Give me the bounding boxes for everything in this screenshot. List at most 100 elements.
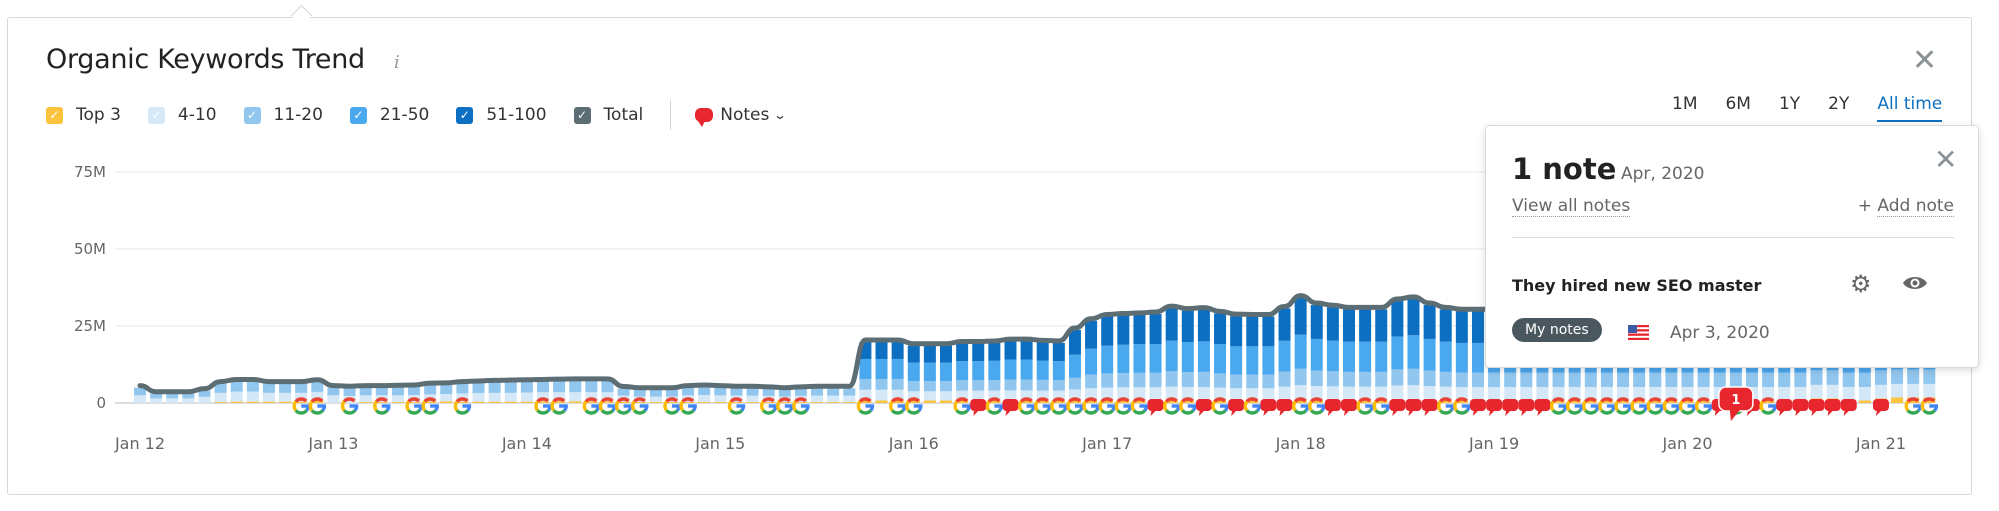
bar-segment-11-20 [1665,372,1678,387]
bar-segment-51-100 [1181,310,1194,343]
add-note-link[interactable]: + Add note [1858,196,1954,217]
bar-segment-4-10 [1810,384,1823,399]
bar-segment-11-20 [359,387,372,396]
x-tick-label: Jan 16 [888,434,939,453]
bar-segment-11-20 [230,381,243,392]
bar-segment-51-100 [1117,315,1130,345]
note-marker-icon [1534,399,1551,416]
bar-segment-4-10 [440,394,453,402]
bar-segment-51-100 [907,345,920,363]
bar-segment-21-50 [1133,344,1146,373]
bar-segment-11-20 [794,388,807,396]
x-tick-label: Jan 18 [1275,434,1326,453]
bar-segment-51-100 [1423,305,1436,339]
bar-stack [1294,297,1307,403]
bar-segment-4-10 [1488,386,1501,401]
bar-segment-21-50 [923,362,936,382]
bar-stack [1326,307,1339,403]
bar-segment-11-20 [472,382,485,394]
bar-segment-11-20 [440,384,453,395]
bar-stack [440,384,453,403]
bar-stack [827,388,840,403]
notes-popover: 1 note Apr, 2020 ✕ View all notes + Add … [1485,125,1979,368]
bar-segment-4-10 [1778,386,1791,401]
bar-stack [182,393,195,403]
close-icon[interactable]: ✕ [1934,146,1957,174]
note-marker-icon [1195,399,1212,416]
bar-segment-51-100 [972,343,985,362]
bar-segment-21-50 [972,361,985,381]
note-marker-icon [1405,399,1422,416]
bar-segment-21-50 [1471,342,1484,373]
gear-icon[interactable]: ⚙ [1850,270,1872,298]
note-marker-icon [1792,399,1809,416]
bar-segment-4-10 [1423,386,1436,401]
bar-segment-21-50 [1165,340,1178,372]
bar-stack [134,387,146,403]
bar-segment-21-50 [875,358,888,379]
bar-segment-4-10 [1536,386,1549,401]
bar-segment-11-20 [1230,374,1243,389]
bar-segment-51-100 [1278,308,1291,341]
bar-segment-11-20 [1036,379,1049,391]
bar-segment-21-50 [1310,338,1323,371]
bar-segment-21-50 [1278,340,1291,372]
bar-stack [166,393,179,403]
bar-segment-51-100 [1407,298,1420,336]
bar-segment-4-10 [230,391,243,402]
note-marker-icon [1808,399,1825,416]
bar-segment-11-20 [311,381,324,392]
bar-stack [1278,308,1291,403]
note-date: Apr 3, 2020 [1670,323,1770,343]
bar-stack [1020,341,1033,403]
bar-segment-51-100 [956,343,969,362]
bar-stack [1343,309,1355,403]
bar-stack [956,343,969,403]
bar-segment-11-20 [1713,372,1726,387]
bar-stack [714,387,727,403]
bar-segment-51-100 [1036,342,1049,361]
bar-stack [1149,313,1162,403]
bar-segment-51-100 [1471,311,1484,343]
bar-stack [875,342,888,403]
bar-segment-11-20 [1681,372,1694,387]
bar-segment-4-10 [569,392,582,402]
bar-segment-51-100 [1310,305,1323,339]
bar-stack [891,342,904,403]
bar-segment-51-100 [940,345,952,363]
bar-segment-4-10 [488,392,501,402]
bar-segment-21-50 [891,358,904,379]
bar-segment-4-10 [198,396,211,403]
bar-segment-4-10 [327,395,340,403]
bar-segment-11-20 [972,380,985,391]
bar-stack [150,393,163,403]
bar-segment-11-20 [1568,372,1581,387]
view-all-notes-link[interactable]: View all notes [1512,196,1631,217]
bar-segment-11-20 [1584,372,1597,387]
bar-segment-11-20 [665,389,678,397]
bar-stack [488,382,501,403]
bar-stack [1246,316,1259,403]
bar-segment-11-20 [1149,372,1162,388]
bar-segment-11-20 [746,388,759,396]
bar-segment-11-20 [182,393,195,399]
add-note-label: Add note [1877,196,1954,217]
bar-stack [1036,342,1049,403]
bar-segment-11-20 [1536,372,1549,387]
eye-icon[interactable] [1902,274,1928,292]
bar-segment-21-50 [956,361,969,381]
bar-segment-51-100 [1246,316,1259,347]
bar-segment-21-50 [1181,342,1194,373]
bar-segment-11-20 [714,387,727,396]
bar-segment-21-50 [1149,344,1162,373]
bar-segment-21-50 [1359,341,1372,372]
bar-segment-21-50 [1423,338,1436,371]
bar-segment-11-20 [520,381,533,393]
bar-segment-4-10 [649,396,662,403]
note-title: They hired new SEO master [1512,276,1762,295]
bar-segment-11-20 [1165,371,1178,387]
bar-segment-4-10 [472,393,485,402]
bar-segment-51-100 [1439,309,1452,342]
bar-stack [327,387,340,403]
bar-segment-4-10 [698,394,711,403]
